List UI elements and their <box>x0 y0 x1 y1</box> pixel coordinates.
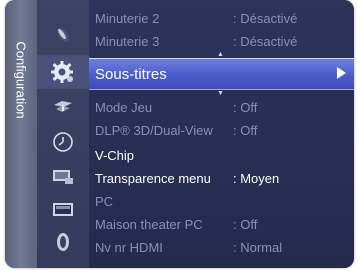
menu-item-minuterie-2[interactable]: Minuterie 2 : Désactivé <box>89 7 354 30</box>
item-label: PC <box>95 194 114 209</box>
menu-item-dlp-3d-dual-view[interactable]: DLP® 3D/Dual-View : Off <box>89 119 354 142</box>
menu-item-transparence-menu[interactable]: Transparence menu : Moyen <box>89 167 354 190</box>
item-label: Maison theater PC <box>95 217 203 232</box>
menu-item-pc[interactable]: PC <box>89 190 354 213</box>
setup-gear-icon[interactable] <box>50 59 76 85</box>
menu-frame: Configuration Minuterie 2: Désactivé Mi… <box>5 0 354 268</box>
application-icon[interactable] <box>50 197 76 223</box>
channel-satellite-icon[interactable] <box>50 94 76 120</box>
settings-list: Minuterie 2 : Désactivé Minuterie 3 : Dé… <box>89 0 354 268</box>
item-label: Transparence menu <box>95 171 211 186</box>
menu-item-v-chip[interactable]: V-Chip <box>89 144 354 167</box>
item-value: : Off <box>233 123 258 138</box>
menu-item-minuterie-3[interactable]: Minuterie 3 : Désactivé <box>89 30 354 53</box>
time-clock-icon[interactable] <box>50 129 76 155</box>
item-value: : Désactivé <box>233 11 298 26</box>
menu-item-sous-titres[interactable]: Sous-titres <box>89 58 354 90</box>
menu-item-mode-jeu[interactable]: Mode Jeu : Off <box>89 96 354 119</box>
menu-item-nv-nr-hdmi[interactable]: Nv nr HDMI : Normal <box>89 236 354 259</box>
item-value: : Off <box>233 100 258 115</box>
item-label: Sous-titres <box>95 66 167 83</box>
item-label: V-Chip <box>95 148 135 163</box>
item-label: Mode Jeu <box>95 100 153 115</box>
item-label: Nv nr HDMI <box>95 240 163 255</box>
menu-item-maison-theater-pc[interactable]: Maison theater PC : Off <box>89 213 354 236</box>
input-icon[interactable] <box>50 163 76 189</box>
item-label: Minuterie 2 <box>95 11 160 26</box>
item-value: : Off <box>233 217 258 232</box>
support-icon[interactable] <box>50 229 76 255</box>
item-value: : Moyen <box>233 171 280 186</box>
item-label: Minuterie 3 <box>95 34 160 49</box>
item-value: : Normal <box>233 240 283 255</box>
category-tab: Configuration <box>5 0 37 268</box>
tv-osd-menu: Configuration Minuterie 2: Désactivé Mi… <box>0 0 358 271</box>
category-label: Configuration <box>13 41 29 119</box>
item-value: : Désactivé <box>233 34 298 49</box>
play-arrow-icon <box>337 67 346 79</box>
picture-icon[interactable] <box>50 22 76 48</box>
scroll-up-arrow-icon[interactable]: ▲ <box>217 51 224 58</box>
menu-icon-column <box>37 0 89 268</box>
item-label: DLP® 3D/Dual-View <box>95 123 213 138</box>
